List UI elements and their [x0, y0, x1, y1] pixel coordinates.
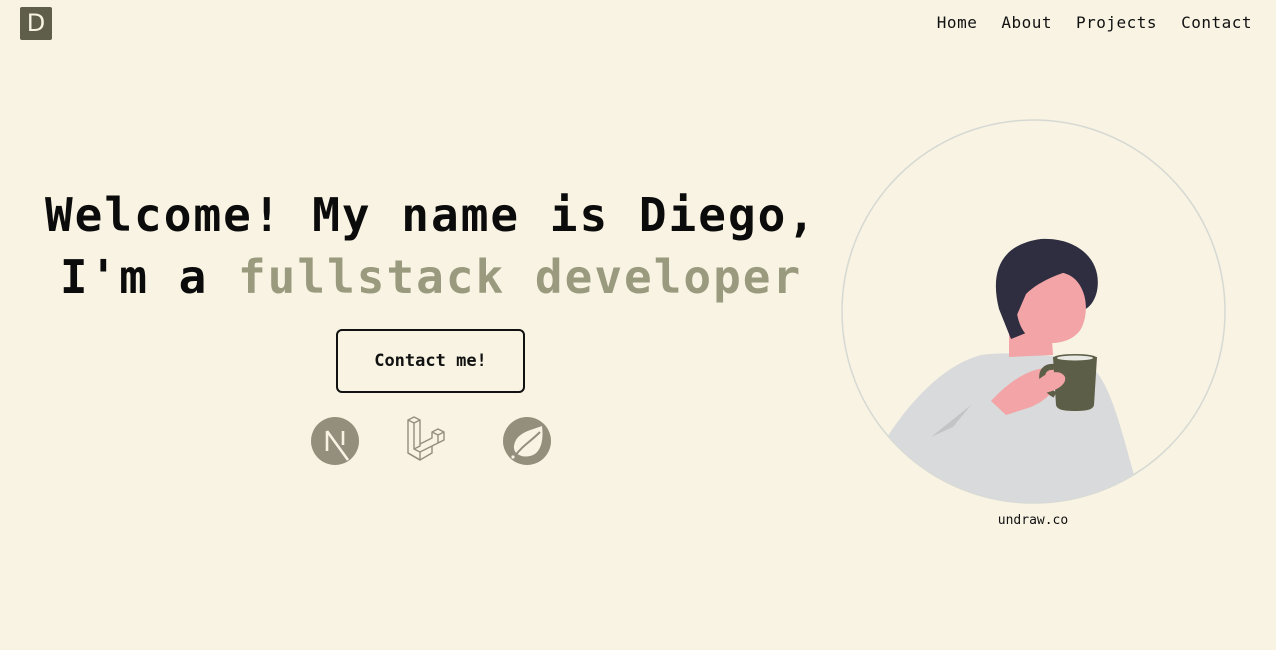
contact-me-button[interactable]: Contact me! [336, 329, 525, 393]
illustration-credit: undraw.co [997, 513, 1069, 528]
hero-line-2-accent: fullstack developer [237, 250, 803, 304]
nav-about-link[interactable]: About [1001, 13, 1052, 32]
top-nav: Home About Projects Contact [937, 13, 1252, 32]
nav-projects-link[interactable]: Projects [1076, 13, 1157, 32]
nav-home-link[interactable]: Home [937, 13, 978, 32]
spring-icon [503, 417, 551, 465]
person-with-mug-illustration [841, 119, 1226, 504]
nav-contact-link[interactable]: Contact [1181, 13, 1252, 32]
hero-line-2-prefix: I'm a [59, 250, 238, 304]
hero-line-1: Welcome! My name is Diego, [44, 188, 818, 242]
nextjs-icon [311, 417, 359, 465]
logo[interactable]: D [20, 7, 52, 40]
hero-heading: Welcome! My name is Diego, I'm a fullsta… [0, 184, 862, 308]
laravel-icon [407, 416, 445, 461]
